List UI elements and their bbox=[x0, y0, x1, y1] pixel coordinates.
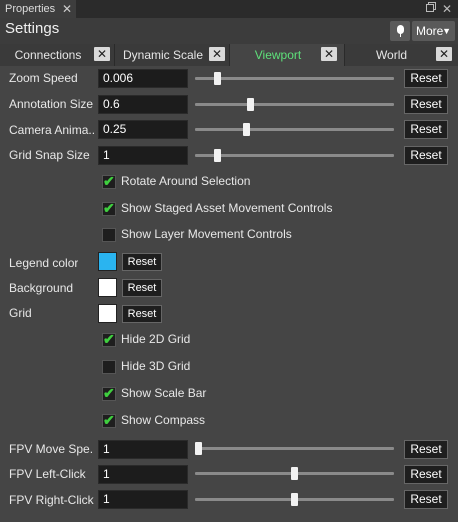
check-icon: ✔ bbox=[103, 412, 115, 428]
fpv-left-click-slider-handle[interactable] bbox=[291, 467, 298, 480]
restore-icon[interactable] bbox=[425, 2, 437, 16]
rotate-around-selection-checkbox[interactable]: ✔ bbox=[102, 173, 116, 189]
grid-snap-size-reset-button[interactable]: Reset bbox=[404, 146, 448, 165]
tab-dynamic-scale-label: Dynamic Scale bbox=[122, 48, 204, 62]
close-icon[interactable]: ✕ bbox=[209, 47, 225, 61]
background-color-label: Background bbox=[9, 281, 74, 295]
fpv-right-click-reset-button[interactable]: Reset bbox=[404, 490, 448, 509]
grid-color-swatch[interactable] bbox=[98, 304, 117, 323]
camera-animation-slider-handle[interactable] bbox=[243, 123, 250, 136]
tab-world[interactable]: World ✕ bbox=[345, 44, 458, 66]
hide-3d-grid-label: Hide 3D Grid bbox=[121, 359, 191, 373]
rotate-around-selection-label: Rotate Around Selection bbox=[121, 174, 251, 188]
background-color-swatch[interactable] bbox=[98, 278, 117, 297]
zoom-speed-slider-handle[interactable] bbox=[214, 72, 222, 85]
panel-header: Settings More ▼ bbox=[0, 18, 458, 44]
fpv-move-speed-reset-button[interactable]: Reset bbox=[404, 440, 448, 459]
grid-color-reset-button[interactable]: Reset bbox=[122, 305, 162, 323]
tab-properties-label: Properties bbox=[5, 3, 56, 15]
window-close-icon[interactable]: ✕ bbox=[441, 2, 453, 16]
show-layer-movement-checkbox[interactable] bbox=[102, 228, 116, 242]
camera-animation-slider[interactable] bbox=[195, 128, 394, 131]
grid-snap-size-input[interactable]: 1 bbox=[98, 146, 188, 165]
camera-animation-input[interactable]: 0.25 bbox=[98, 120, 188, 139]
show-compass-label: Show Compass bbox=[121, 413, 206, 427]
hide-3d-grid-checkbox[interactable] bbox=[102, 360, 116, 374]
grid-snap-size-slider[interactable] bbox=[195, 154, 394, 157]
background-color-reset-button[interactable]: Reset bbox=[122, 279, 162, 297]
fpv-right-click-slider-handle[interactable] bbox=[291, 493, 298, 506]
caret-down-icon: ▼ bbox=[442, 26, 451, 36]
pin-button[interactable] bbox=[390, 21, 410, 41]
tab-viewport[interactable]: Viewport ✕ bbox=[230, 44, 345, 66]
tab-viewport-label: Viewport bbox=[254, 48, 302, 62]
grid-snap-size-slider-handle[interactable] bbox=[214, 149, 222, 162]
tab-world-label: World bbox=[375, 48, 408, 62]
check-icon: ✔ bbox=[103, 385, 115, 401]
annotation-size-reset-button[interactable]: Reset bbox=[404, 95, 448, 114]
close-icon[interactable]: ✕ bbox=[61, 0, 73, 18]
tab-connections-label: Connections bbox=[14, 48, 82, 62]
show-staged-asset-label: Show Staged Asset Movement Controls bbox=[121, 201, 333, 215]
zoom-speed-reset-button[interactable]: Reset bbox=[404, 69, 448, 88]
tab-bar: Connections ✕ Dynamic Scale ✕ Viewport ✕… bbox=[0, 44, 458, 66]
zoom-speed-slider[interactable] bbox=[195, 77, 394, 80]
tab-dynamic-scale[interactable]: Dynamic Scale ✕ bbox=[115, 44, 230, 66]
annotation-size-input[interactable]: 0.6 bbox=[98, 95, 188, 114]
grid-snap-size-label: Grid Snap Size bbox=[9, 148, 90, 162]
show-scale-bar-checkbox[interactable]: ✔ bbox=[102, 385, 116, 401]
fpv-left-click-input[interactable]: 1 bbox=[98, 465, 188, 484]
show-compass-checkbox[interactable]: ✔ bbox=[102, 412, 116, 428]
zoom-speed-label: Zoom Speed bbox=[9, 71, 78, 85]
hide-2d-grid-label: Hide 2D Grid bbox=[121, 332, 191, 346]
annotation-size-label: Annotation Size bbox=[9, 97, 94, 111]
legend-color-label: Legend color bbox=[9, 256, 79, 270]
show-scale-bar-label: Show Scale Bar bbox=[121, 386, 207, 400]
tab-connections[interactable]: Connections ✕ bbox=[0, 44, 115, 66]
fpv-move-speed-slider[interactable] bbox=[195, 447, 394, 450]
camera-animation-reset-button[interactable]: Reset bbox=[404, 120, 448, 139]
page-title: Settings bbox=[5, 20, 60, 37]
show-staged-asset-checkbox[interactable]: ✔ bbox=[102, 200, 116, 216]
properties-panel: Properties ✕ ✕ Settings More ▼ Connectio… bbox=[0, 0, 458, 522]
legend-color-swatch[interactable] bbox=[98, 252, 117, 271]
fpv-left-click-reset-button[interactable]: Reset bbox=[404, 465, 448, 484]
fpv-left-click-label: FPV Left-Click bbox=[9, 467, 86, 481]
tab-properties[interactable]: Properties ✕ bbox=[0, 0, 76, 18]
fpv-move-speed-input[interactable]: 1 bbox=[98, 440, 188, 459]
camera-animation-label: Camera Anima... bbox=[9, 123, 94, 137]
more-button-label: More bbox=[416, 24, 444, 38]
check-icon: ✔ bbox=[103, 200, 115, 216]
check-icon: ✔ bbox=[103, 331, 115, 347]
hide-2d-grid-checkbox[interactable]: ✔ bbox=[102, 331, 116, 347]
fpv-move-speed-slider-handle[interactable] bbox=[195, 442, 202, 455]
annotation-size-slider-handle[interactable] bbox=[246, 98, 254, 111]
zoom-speed-input[interactable]: 0.006 bbox=[98, 69, 188, 88]
fpv-right-click-input[interactable]: 1 bbox=[98, 490, 188, 509]
check-icon: ✔ bbox=[103, 173, 115, 189]
close-icon[interactable]: ✕ bbox=[321, 47, 337, 61]
close-icon[interactable]: ✕ bbox=[436, 47, 452, 61]
fpv-right-click-label: FPV Right-Click bbox=[9, 493, 94, 507]
close-icon[interactable]: ✕ bbox=[94, 47, 110, 61]
more-button[interactable]: More ▼ bbox=[412, 21, 455, 41]
annotation-size-slider[interactable] bbox=[195, 103, 394, 106]
grid-color-label: Grid bbox=[9, 306, 32, 320]
show-layer-movement-label: Show Layer Movement Controls bbox=[121, 227, 292, 241]
panel-title-bar: Properties ✕ ✕ bbox=[0, 0, 458, 18]
fpv-move-speed-label: FPV Move Spe... bbox=[9, 442, 94, 456]
legend-color-reset-button[interactable]: Reset bbox=[122, 253, 162, 271]
